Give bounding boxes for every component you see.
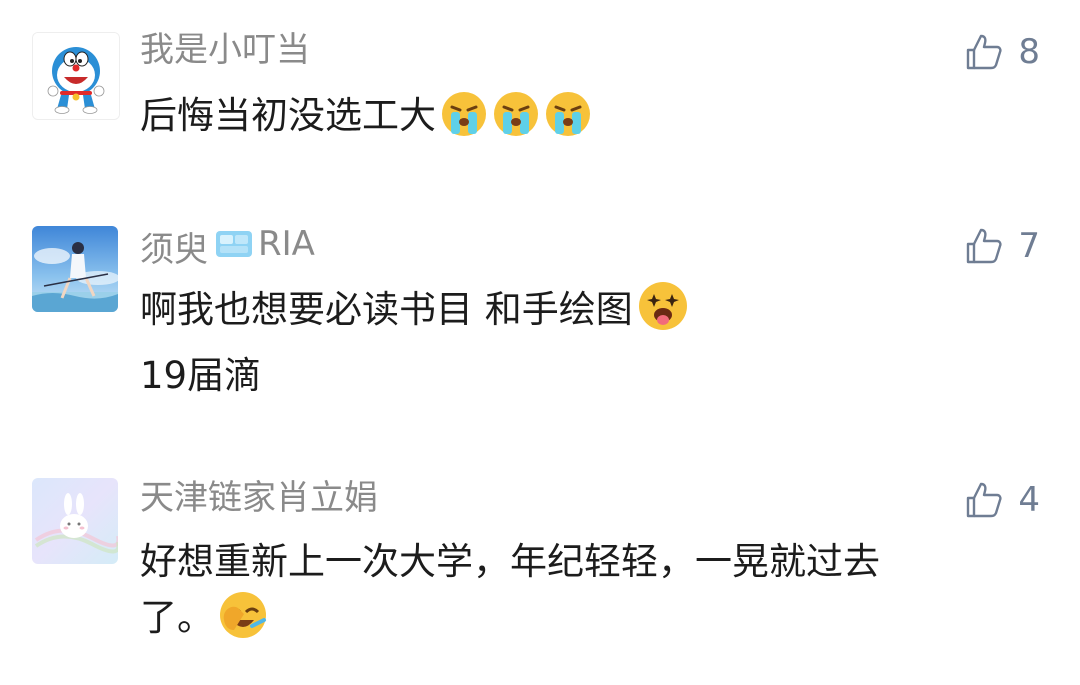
crying-face-icon: [492, 90, 540, 154]
like-count: 8: [1018, 32, 1040, 72]
avatar[interactable]: [32, 478, 118, 564]
avatar[interactable]: [32, 32, 120, 120]
comment-text: 好想重新上一次大学，年纪轻轻，一晃就过去 了。: [140, 534, 880, 656]
like-count: 7: [1018, 226, 1040, 266]
comment-text: 后悔当初没选工大: [140, 88, 592, 154]
star-struck-tongue-face-icon: [637, 280, 689, 348]
comment-text-line: 后悔当初没选工大: [140, 94, 436, 137]
ice-cube-icon: [216, 231, 252, 257]
comment-username[interactable]: 天津链家肖立娟: [140, 476, 378, 520]
badge-label: RIA: [258, 224, 315, 264]
comment-text-line: 好想重新上一次大学，年纪轻轻，一晃就过去: [140, 540, 880, 583]
bunny-avatar-icon: [32, 478, 118, 564]
comment-text: 啊我也想要必读书目 和手绘图 19届滴: [140, 280, 689, 404]
thumbs-up-icon: [967, 34, 1002, 70]
thumbs-up-icon: [967, 228, 1002, 264]
avatar[interactable]: [32, 226, 118, 312]
like-button[interactable]: 7: [964, 224, 1040, 268]
anime-girl-avatar-icon: [32, 226, 118, 312]
doraemon-avatar-icon: [33, 33, 119, 119]
comment-text-segment: 了。: [140, 596, 214, 639]
like-button[interactable]: 4: [964, 478, 1040, 522]
crying-face-icon: [544, 90, 592, 154]
comment-text-line: 了。: [140, 590, 880, 656]
user-badge: RIA: [214, 222, 315, 266]
comment-text-segment: 啊我也想要必读书目 和手绘图: [140, 288, 633, 331]
comment-username[interactable]: 须臾 RIA: [140, 222, 315, 272]
like-count: 4: [1018, 480, 1040, 520]
thumbs-up-icon: [967, 482, 1002, 518]
like-button[interactable]: 8: [964, 30, 1040, 74]
comment-text-line: 19届滴: [140, 354, 262, 397]
comment-text-line: 啊我也想要必读书目 和手绘图: [140, 280, 689, 348]
comment-username[interactable]: 我是小叮当: [140, 28, 310, 72]
crying-face-icon: [440, 90, 488, 154]
face-palm-laughing-icon: [218, 590, 268, 656]
username-text: 须臾: [140, 230, 208, 270]
